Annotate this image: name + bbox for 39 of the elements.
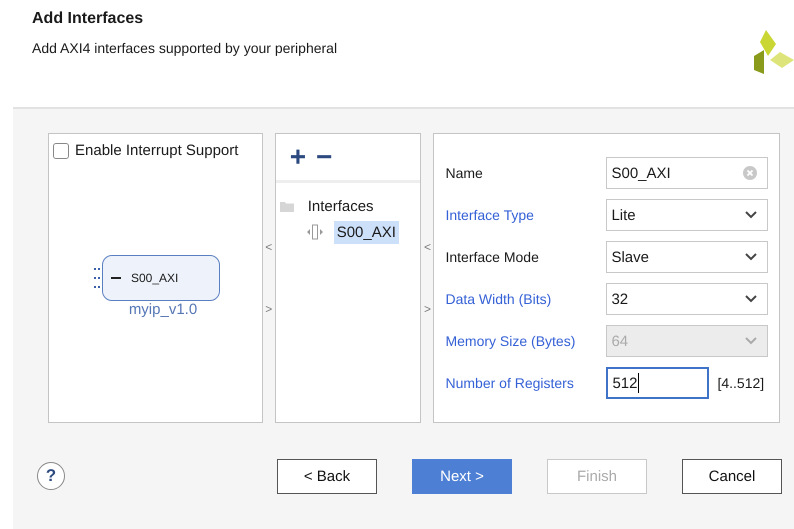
page-title: Add Interfaces [32, 10, 144, 28]
field-label: Number of Registers [445, 375, 575, 391]
logo-icon [754, 30, 794, 74]
splitter-arrow[interactable]: > [424, 302, 431, 316]
port-line-icon [111, 277, 121, 279]
splitter-arrow[interactable]: < [265, 240, 272, 254]
checkbox[interactable] [53, 142, 69, 158]
field-label: Data Width (Bits) [445, 291, 552, 307]
wizard-button[interactable]: < Back [277, 458, 377, 494]
name-field[interactable]: S00_AXI [606, 157, 768, 189]
tree-item[interactable]: Interfaces [304, 194, 377, 218]
field-label: Name [445, 165, 484, 181]
chevron-down-icon [745, 295, 758, 303]
remove-button[interactable]: − [316, 143, 332, 171]
tree-item[interactable]: S00_AXI [334, 220, 399, 244]
dropdown[interactable]: Slave [606, 241, 768, 273]
page-subtitle: Add AXI4 interfaces supported by your peripheral [32, 40, 338, 56]
wizard-button[interactable]: Next > [412, 458, 512, 494]
dropdown[interactable]: 32 [606, 283, 768, 315]
chevron-down-icon [745, 211, 758, 219]
wizard-button[interactable]: Cancel [682, 458, 782, 494]
port-pins-icon [94, 265, 102, 291]
range-hint: [4..512] [717, 375, 764, 391]
field-label: Memory Size (Bytes) [445, 333, 576, 349]
dropdown[interactable]: Lite [606, 199, 768, 231]
checkbox-label: Enable Interrupt Support [75, 142, 238, 159]
splitter-arrow[interactable]: < [424, 240, 431, 254]
chevron-down-icon [745, 253, 758, 261]
add-button[interactable]: + [290, 143, 306, 171]
chevron-down-icon [745, 337, 758, 345]
interface-icon [306, 224, 324, 240]
ip-name: myip_v1.0 [128, 301, 198, 318]
splitter-arrow[interactable]: > [265, 302, 272, 316]
help-button[interactable]: ? [37, 462, 65, 490]
folder-icon [280, 200, 294, 212]
input-field[interactable]: 512 [606, 367, 710, 399]
field-label: Interface Type [445, 207, 535, 223]
field-label: Interface Mode [445, 249, 540, 265]
port-label: S00_AXI [131, 271, 178, 285]
